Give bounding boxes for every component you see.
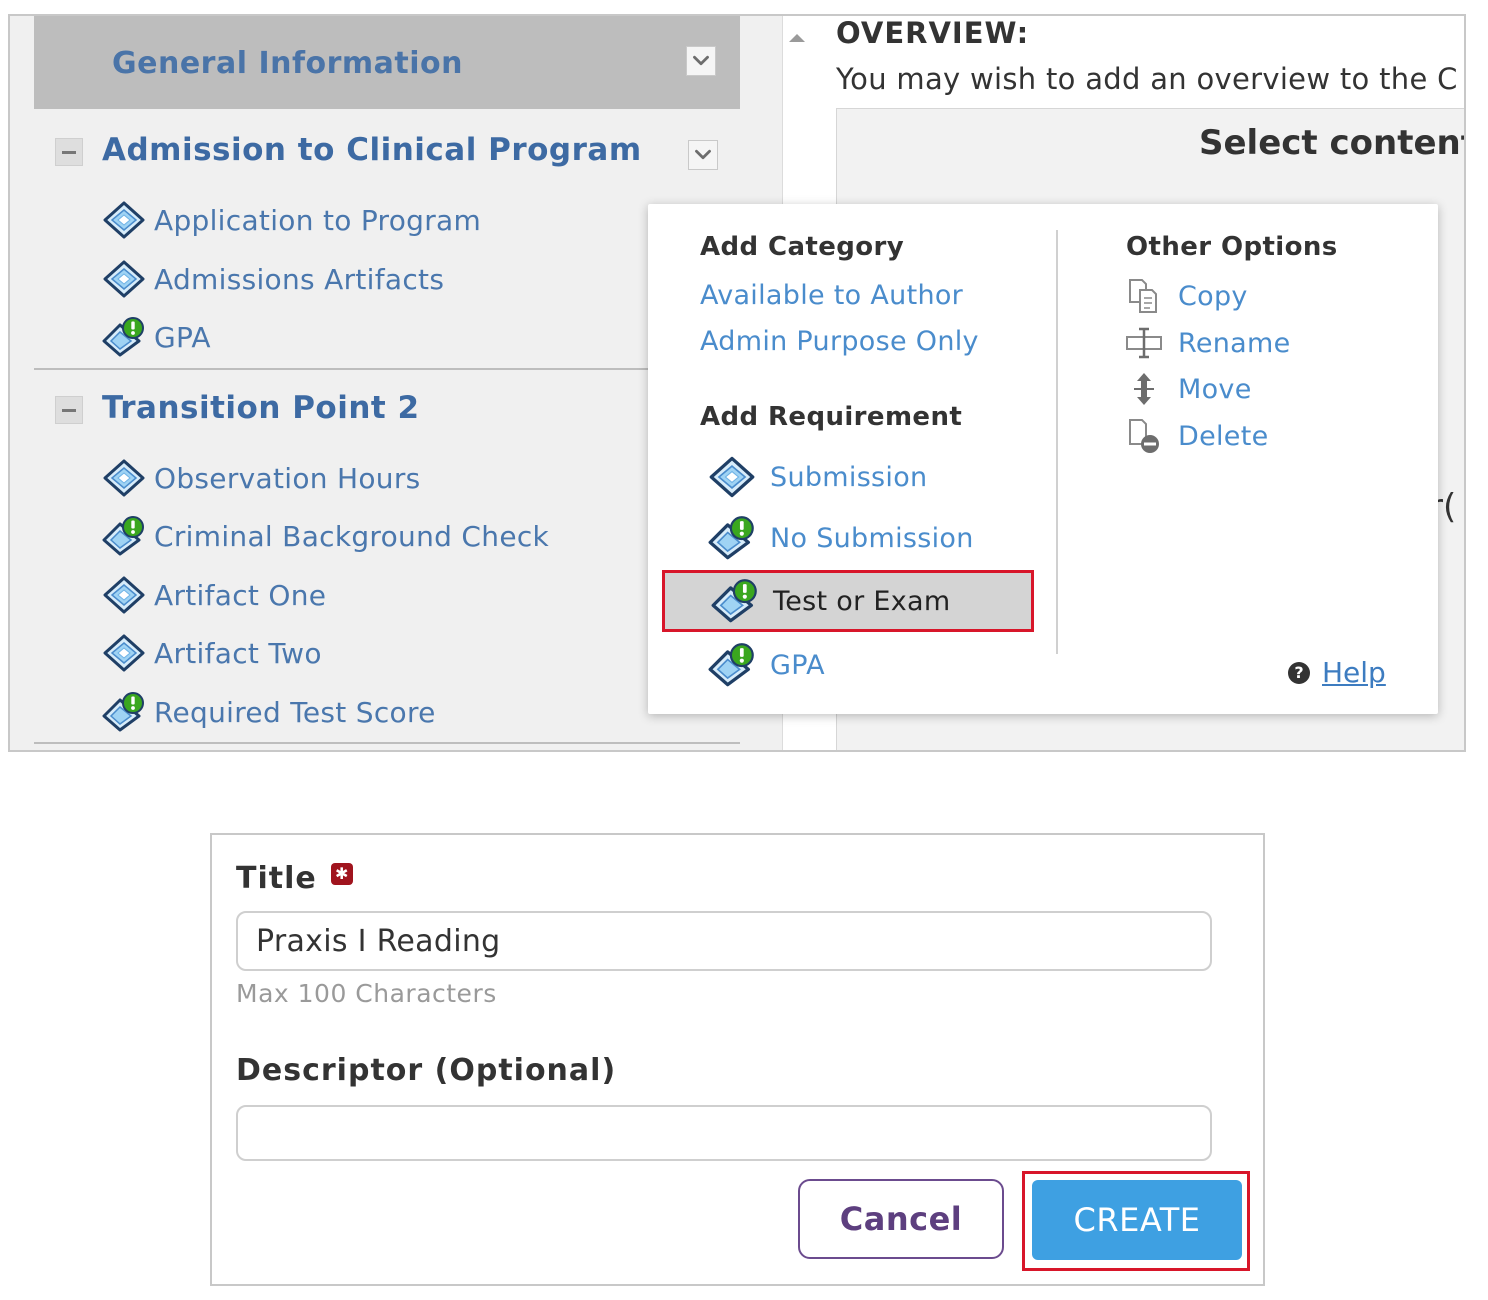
tree-item[interactable]: GPA (102, 317, 211, 357)
no-submission-alert-icon (711, 578, 759, 624)
general-information-dropdown-button[interactable] (686, 46, 716, 76)
tree-item[interactable]: Admissions Artifacts (102, 259, 444, 299)
submission-diamond-icon (102, 633, 146, 673)
menu-item-label: Delete (1178, 420, 1269, 452)
chevron-down-icon (689, 140, 717, 170)
option-rename[interactable]: Rename (1124, 323, 1291, 363)
tree-item-label: Required Test Score (154, 695, 436, 729)
add-category-available-to-author[interactable]: Available to Author (700, 280, 963, 311)
general-information-label: General Information (112, 46, 464, 81)
descriptor-input[interactable] (236, 1105, 1212, 1161)
curriculum-editor-panel: General Information Admission to Clinica… (8, 14, 1466, 752)
add-category-admin-purpose-only[interactable]: Admin Purpose Only (700, 326, 979, 357)
minus-icon (62, 150, 76, 154)
help-link[interactable]: Help (1322, 656, 1386, 689)
cancel-button[interactable]: Cancel (798, 1179, 1004, 1259)
menu-item-label: GPA (770, 649, 825, 681)
chevron-down-icon (687, 46, 715, 76)
descriptor-label: Descriptor (Optional) (236, 1053, 617, 1088)
add-requirement-gpa[interactable]: GPA (708, 640, 825, 690)
other-options-heading: Other Options (1126, 232, 1338, 262)
overview-text: You may wish to add an overview to the C (836, 62, 1458, 96)
scroll-up-arrow-icon[interactable] (789, 34, 805, 42)
section-title-admission[interactable]: Admission to Clinical Program (102, 132, 642, 168)
submission-diamond-icon (102, 575, 146, 615)
tree-item[interactable]: Artifact Two (102, 633, 322, 673)
title-label-row: Title ✱ (236, 861, 353, 896)
title-max-chars-hint: Max 100 Characters (236, 979, 497, 1008)
section-divider (34, 742, 740, 744)
section-dropdown-button[interactable] (688, 140, 718, 170)
collapse-section-button[interactable] (55, 138, 83, 166)
rename-icon (1124, 323, 1164, 363)
submission-diamond-icon (102, 458, 146, 498)
create-button-highlight: CREATE (1022, 1171, 1250, 1271)
menu-item-label: No Submission (770, 522, 974, 554)
option-delete[interactable]: Delete (1124, 416, 1269, 456)
section-options-menu: Add Category Available to Author Admin P… (648, 204, 1438, 714)
add-requirement-heading: Add Requirement (700, 402, 963, 432)
tree-item-label: Artifact One (154, 578, 327, 612)
section-title-transition-point[interactable]: Transition Point 2 (102, 390, 420, 426)
tree-item-label: Application to Program (154, 203, 482, 237)
menu-item-label: Move (1178, 373, 1252, 405)
help-link-wrap[interactable]: ? Help (1288, 656, 1386, 689)
tree-item[interactable]: Criminal Background Check (102, 516, 549, 556)
collapse-section-button[interactable] (55, 396, 83, 424)
tree-item[interactable]: Application to Program (102, 200, 481, 240)
no-submission-alert-icon (708, 642, 756, 688)
tree-item[interactable]: Observation Hours (102, 458, 421, 498)
add-requirement-no-submission[interactable]: No Submission (708, 513, 974, 563)
tree-item[interactable]: Artifact One (102, 575, 326, 615)
tree-item-label: GPA (154, 320, 211, 354)
general-information-row[interactable]: General Information (34, 16, 740, 109)
tree-item-label: Observation Hours (154, 461, 421, 495)
tree-item-label: Artifact Two (154, 636, 322, 670)
required-asterisk-icon: ✱ (330, 862, 353, 885)
move-icon (1124, 369, 1164, 409)
delete-icon (1124, 416, 1164, 456)
submission-diamond-icon (102, 200, 146, 240)
no-submission-alert-icon (102, 317, 146, 357)
no-submission-alert-icon (102, 516, 146, 556)
minus-icon (62, 408, 76, 412)
submission-diamond-icon (708, 454, 756, 500)
overview-title: OVERVIEW: (836, 16, 1030, 50)
copy-icon (1124, 276, 1164, 316)
menu-column-divider (1056, 230, 1058, 654)
add-requirement-test-or-exam[interactable]: Test or Exam (662, 570, 1034, 632)
add-category-heading: Add Category (700, 232, 905, 262)
menu-item-label: Rename (1178, 327, 1291, 359)
create-button[interactable]: CREATE (1032, 1180, 1242, 1260)
tree-item[interactable]: Required Test Score (102, 692, 436, 732)
menu-item-label: Submission (770, 461, 928, 493)
no-submission-alert-icon (708, 515, 756, 561)
section-divider (34, 368, 740, 370)
help-question-icon: ? (1288, 661, 1310, 684)
menu-item-label: Test or Exam (773, 585, 951, 617)
select-content-text: Select content (1199, 123, 1466, 163)
no-submission-alert-icon (102, 692, 146, 732)
option-move[interactable]: Move (1124, 369, 1252, 409)
tree-item-label: Admissions Artifacts (154, 262, 445, 296)
title-input[interactable]: Praxis I Reading (236, 911, 1212, 971)
title-label: Title (236, 861, 317, 896)
add-requirement-submission[interactable]: Submission (708, 452, 927, 502)
submission-diamond-icon (102, 259, 146, 299)
menu-item-label: Copy (1178, 280, 1248, 312)
option-copy[interactable]: Copy (1124, 276, 1248, 316)
create-requirement-form: Title ✱ Praxis I Reading Max 100 Charact… (210, 833, 1265, 1286)
tree-item-label: Criminal Background Check (154, 519, 550, 553)
